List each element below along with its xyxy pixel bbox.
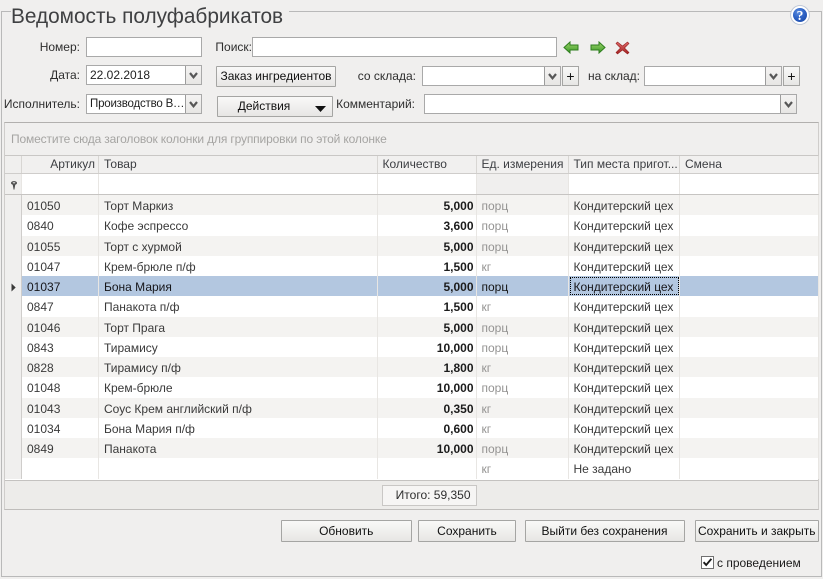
svg-text:?: ? xyxy=(797,8,804,23)
